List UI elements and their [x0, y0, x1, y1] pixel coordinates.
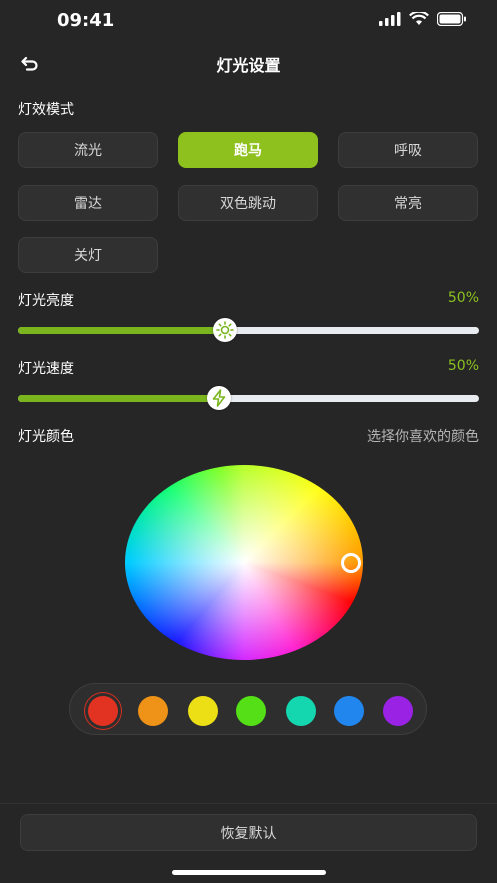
speed-slider[interactable] — [18, 386, 479, 410]
color-wheel[interactable] — [125, 465, 363, 660]
lightning-icon — [212, 389, 225, 407]
swatch-orange[interactable] — [138, 696, 168, 726]
slider-fill — [18, 327, 226, 334]
status-time: 09:41 — [57, 10, 115, 31]
speed-label: 灯光速度 — [18, 361, 74, 377]
mode-button-paoma[interactable]: 跑马 — [178, 132, 318, 168]
wifi-icon — [409, 12, 429, 25]
mode-button-guandeng[interactable]: 关灯 — [18, 237, 158, 273]
reset-default-button[interactable]: 恢复默认 — [20, 814, 477, 851]
effects-label: 灯效模式 — [18, 102, 74, 118]
swatch-red[interactable] — [88, 696, 118, 726]
swatch-teal[interactable] — [286, 696, 316, 726]
slider-thumb[interactable] — [206, 386, 231, 410]
slider-fill — [18, 395, 219, 402]
color-hint: 选择你喜欢的颜色 — [367, 429, 479, 445]
mode-button-leida[interactable]: 雷达 — [18, 185, 158, 221]
status-icons — [379, 12, 467, 26]
status-bar: 09:41 — [0, 0, 497, 42]
page-title: 灯光设置 — [216, 56, 281, 75]
swatch-purple[interactable] — [383, 696, 413, 726]
swatch-green[interactable] — [236, 696, 266, 726]
mode-button-huxi[interactable]: 呼吸 — [338, 132, 478, 168]
speed-value: 50% — [447, 358, 479, 374]
battery-icon — [437, 12, 466, 26]
brightness-slider[interactable] — [18, 318, 479, 342]
color-label: 灯光颜色 — [18, 429, 74, 445]
mode-button-changliang[interactable]: 常亮 — [338, 185, 478, 221]
swatch-yellow[interactable] — [188, 696, 218, 726]
nav-bar: 灯光设置 — [0, 42, 497, 84]
color-wheel-shading — [125, 465, 363, 660]
footer-divider — [0, 803, 497, 804]
home-indicator — [172, 870, 326, 875]
mode-button-shuangse[interactable]: 双色跳动 — [178, 185, 318, 221]
slider-thumb[interactable] — [213, 318, 238, 342]
mode-button-liuguang[interactable]: 流光 — [18, 132, 158, 168]
color-swatch-bar — [69, 683, 427, 735]
swatch-blue[interactable] — [334, 696, 364, 726]
sun-icon — [216, 321, 235, 339]
color-wheel-picker[interactable] — [341, 553, 361, 573]
brightness-value: 50% — [447, 290, 479, 306]
brightness-label: 灯光亮度 — [18, 293, 74, 309]
signal-icon — [379, 12, 401, 26]
